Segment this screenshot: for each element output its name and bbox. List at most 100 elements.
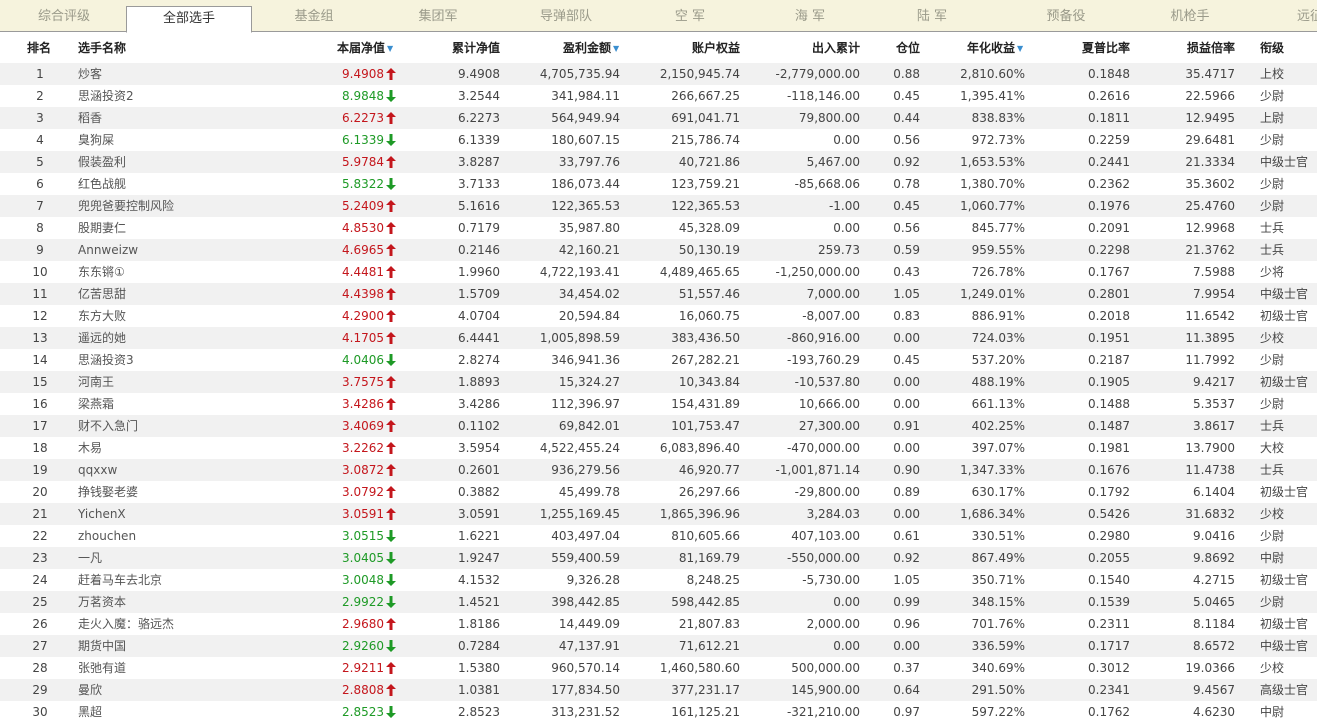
- player-name-link[interactable]: 河南王: [78, 371, 278, 393]
- flow-cell: -550,000.00: [786, 551, 860, 565]
- player-name-link[interactable]: 张弛有道: [78, 657, 278, 679]
- sharpe-cell: 0.1767: [1088, 265, 1130, 279]
- sharpe-cell: 0.2801: [1088, 287, 1130, 301]
- pl-ratio-cell: 31.6832: [1185, 507, 1235, 521]
- nav-cell: 2.8808: [300, 679, 396, 701]
- col-header-cum-nav[interactable]: 累计净值: [452, 33, 500, 63]
- player-name-link[interactable]: 期货中国: [78, 635, 278, 657]
- tab-5[interactable]: 导弹部队: [506, 0, 626, 32]
- annual-return-cell: 1,395.41%: [960, 89, 1025, 103]
- player-name-link[interactable]: 万茗资本: [78, 591, 278, 613]
- cum-nav-cell: 0.7284: [458, 639, 500, 653]
- equity-cell: 6,083,896.40: [659, 441, 740, 455]
- tab-7[interactable]: 海 军: [770, 0, 850, 32]
- sort-down-icon[interactable]: ▼: [1017, 44, 1023, 53]
- player-name-link[interactable]: 亿苦思甜: [78, 283, 278, 305]
- player-name-link[interactable]: 走火入魔：骆远杰: [78, 613, 278, 635]
- position-cell: 0.61: [893, 529, 920, 543]
- player-name-link[interactable]: YichenX: [78, 503, 278, 525]
- col-header-title[interactable]: 衔级: [1260, 33, 1284, 63]
- pl-ratio-cell: 8.6572: [1193, 639, 1235, 653]
- equity-cell: 266,667.25: [671, 89, 740, 103]
- col-header-flow[interactable]: 出入累计: [812, 33, 860, 63]
- player-name-link[interactable]: 梁燕霜: [78, 393, 278, 415]
- col-header-position[interactable]: 仓位: [896, 33, 920, 63]
- col-header-equity[interactable]: 账户权益: [692, 33, 740, 63]
- player-name-link[interactable]: 假装盈利: [78, 151, 278, 173]
- col-header-sharpe[interactable]: 夏普比率: [1082, 33, 1130, 63]
- cum-nav-cell: 3.5954: [458, 441, 500, 455]
- player-name-link[interactable]: 臭狗屎: [78, 129, 278, 151]
- player-name-link[interactable]: 木易: [78, 437, 278, 459]
- tab-1[interactable]: 综合评级: [16, 0, 112, 32]
- rank-cell: 4: [36, 133, 44, 147]
- sharpe-cell: 0.2055: [1088, 551, 1130, 565]
- sort-down-icon[interactable]: ▼: [387, 44, 393, 53]
- profit-cell: 4,522,455.24: [539, 441, 620, 455]
- player-name-link[interactable]: zhouchen: [78, 525, 278, 547]
- tab-10[interactable]: 机枪手: [1140, 0, 1240, 32]
- position-cell: 0.83: [893, 309, 920, 323]
- cum-nav-cell: 0.3882: [458, 485, 500, 499]
- tab-6[interactable]: 空 军: [650, 0, 730, 32]
- player-name-link[interactable]: 红色战舰: [78, 173, 278, 195]
- position-cell: 0.00: [893, 441, 920, 455]
- cum-nav-cell: 1.0381: [458, 683, 500, 697]
- tab-8[interactable]: 陆 军: [892, 0, 972, 32]
- arrow-up-icon: [386, 442, 396, 454]
- tab-11[interactable]: 远征: [1280, 0, 1317, 32]
- player-name-link[interactable]: 黑超: [78, 701, 278, 723]
- table-row: 18 木易 3.5954 4,522,455.24 6,083,896.40 -470,0…: [0, 437, 1317, 459]
- nav-value: 3.0792: [342, 485, 384, 499]
- player-name-link[interactable]: 炒客: [78, 63, 278, 85]
- tab-9[interactable]: 预备役: [1016, 0, 1116, 32]
- col-header-name[interactable]: 选手名称: [78, 33, 126, 63]
- profit-cell: 1,005,898.59: [539, 331, 620, 345]
- player-name-link[interactable]: 东方大败: [78, 305, 278, 327]
- rank-title-cell: 初级士官: [1260, 573, 1309, 587]
- pl-ratio-cell: 4.2715: [1193, 573, 1235, 587]
- flow-cell: 3,284.03: [806, 507, 860, 521]
- cum-nav-cell: 3.4286: [458, 397, 500, 411]
- nav-value: 4.0406: [342, 353, 384, 367]
- player-name-link[interactable]: 挣钱娶老婆: [78, 481, 278, 503]
- arrow-up-icon: [386, 156, 396, 168]
- rank-title-cell: 初级士官: [1260, 309, 1309, 323]
- position-cell: 0.97: [893, 705, 920, 719]
- nav-value: 3.7575: [342, 375, 384, 389]
- pl-ratio-cell: 11.3895: [1185, 331, 1235, 345]
- col-header-annual[interactable]: 年化收益 ▼: [967, 33, 1023, 63]
- sharpe-cell: 0.1762: [1088, 705, 1130, 719]
- player-name-link[interactable]: 赶着马车去北京: [78, 569, 278, 591]
- equity-cell: 1,460,580.60: [659, 661, 740, 675]
- nav-value: 3.0591: [342, 507, 384, 521]
- player-name-link[interactable]: 思涵投资2: [78, 85, 278, 107]
- player-name-link[interactable]: 思涵投资3: [78, 349, 278, 371]
- pl-ratio-cell: 25.4760: [1185, 199, 1235, 213]
- player-name-link[interactable]: 财不入急门: [78, 415, 278, 437]
- player-name-link[interactable]: 遥远的她: [78, 327, 278, 349]
- col-header-nav[interactable]: 本届净值 ▼: [337, 33, 393, 63]
- player-name-link[interactable]: Annweizw: [78, 239, 278, 261]
- player-name-link[interactable]: 股期妻仁: [78, 217, 278, 239]
- sort-down-icon[interactable]: ▼: [613, 44, 619, 53]
- nav-value: 3.0872: [342, 463, 384, 477]
- cum-nav-cell: 0.1102: [458, 419, 500, 433]
- player-name-link[interactable]: qqxxw: [78, 459, 278, 481]
- player-name-link[interactable]: 兜兜爸要控制风险: [78, 195, 278, 217]
- pl-ratio-cell: 19.0366: [1185, 661, 1235, 675]
- tab-2[interactable]: 全部选手: [126, 6, 252, 33]
- col-header-profit[interactable]: 盈利金额 ▼: [563, 33, 619, 63]
- player-name-link[interactable]: 东东锵①: [78, 261, 278, 283]
- player-name-link[interactable]: 一凡: [78, 547, 278, 569]
- nav-cell: 2.9260: [300, 635, 396, 657]
- profit-cell: 34,454.02: [558, 287, 620, 301]
- player-name-link[interactable]: 曼欣: [78, 679, 278, 701]
- player-name-link[interactable]: 稻香: [78, 107, 278, 129]
- rank-title-cell: 少校: [1260, 507, 1285, 521]
- arrow-down-icon: [386, 134, 396, 146]
- col-header-ratio[interactable]: 损益倍率: [1187, 33, 1235, 63]
- tab-4[interactable]: 集团军: [388, 0, 488, 32]
- tab-3[interactable]: 基金组: [264, 0, 364, 32]
- col-header-rank[interactable]: 排名: [27, 33, 51, 63]
